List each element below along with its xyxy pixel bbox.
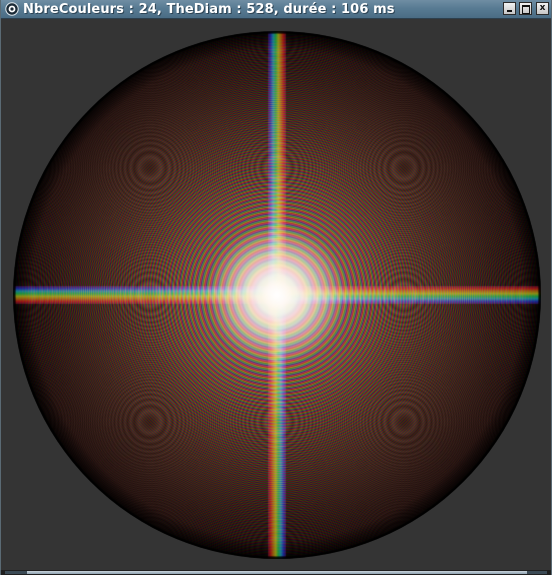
minimize-button[interactable] xyxy=(503,2,516,15)
maximize-icon xyxy=(522,5,530,14)
color-moire-disc xyxy=(13,31,541,559)
maximize-button[interactable] xyxy=(519,2,532,15)
close-icon: x xyxy=(539,3,546,13)
minimize-icon xyxy=(507,10,512,12)
close-button[interactable]: x xyxy=(536,2,549,15)
title-bar[interactable]: NbreCouleurs : 24, TheDiam : 528, durée … xyxy=(1,0,551,19)
window-title: NbreCouleurs : 24, TheDiam : 528, durée … xyxy=(23,2,395,17)
canvas-area xyxy=(1,19,551,570)
app-icon[interactable] xyxy=(5,2,19,16)
app-window: NbreCouleurs : 24, TheDiam : 528, durée … xyxy=(0,0,552,575)
scrollbar-thumb[interactable] xyxy=(27,571,527,574)
